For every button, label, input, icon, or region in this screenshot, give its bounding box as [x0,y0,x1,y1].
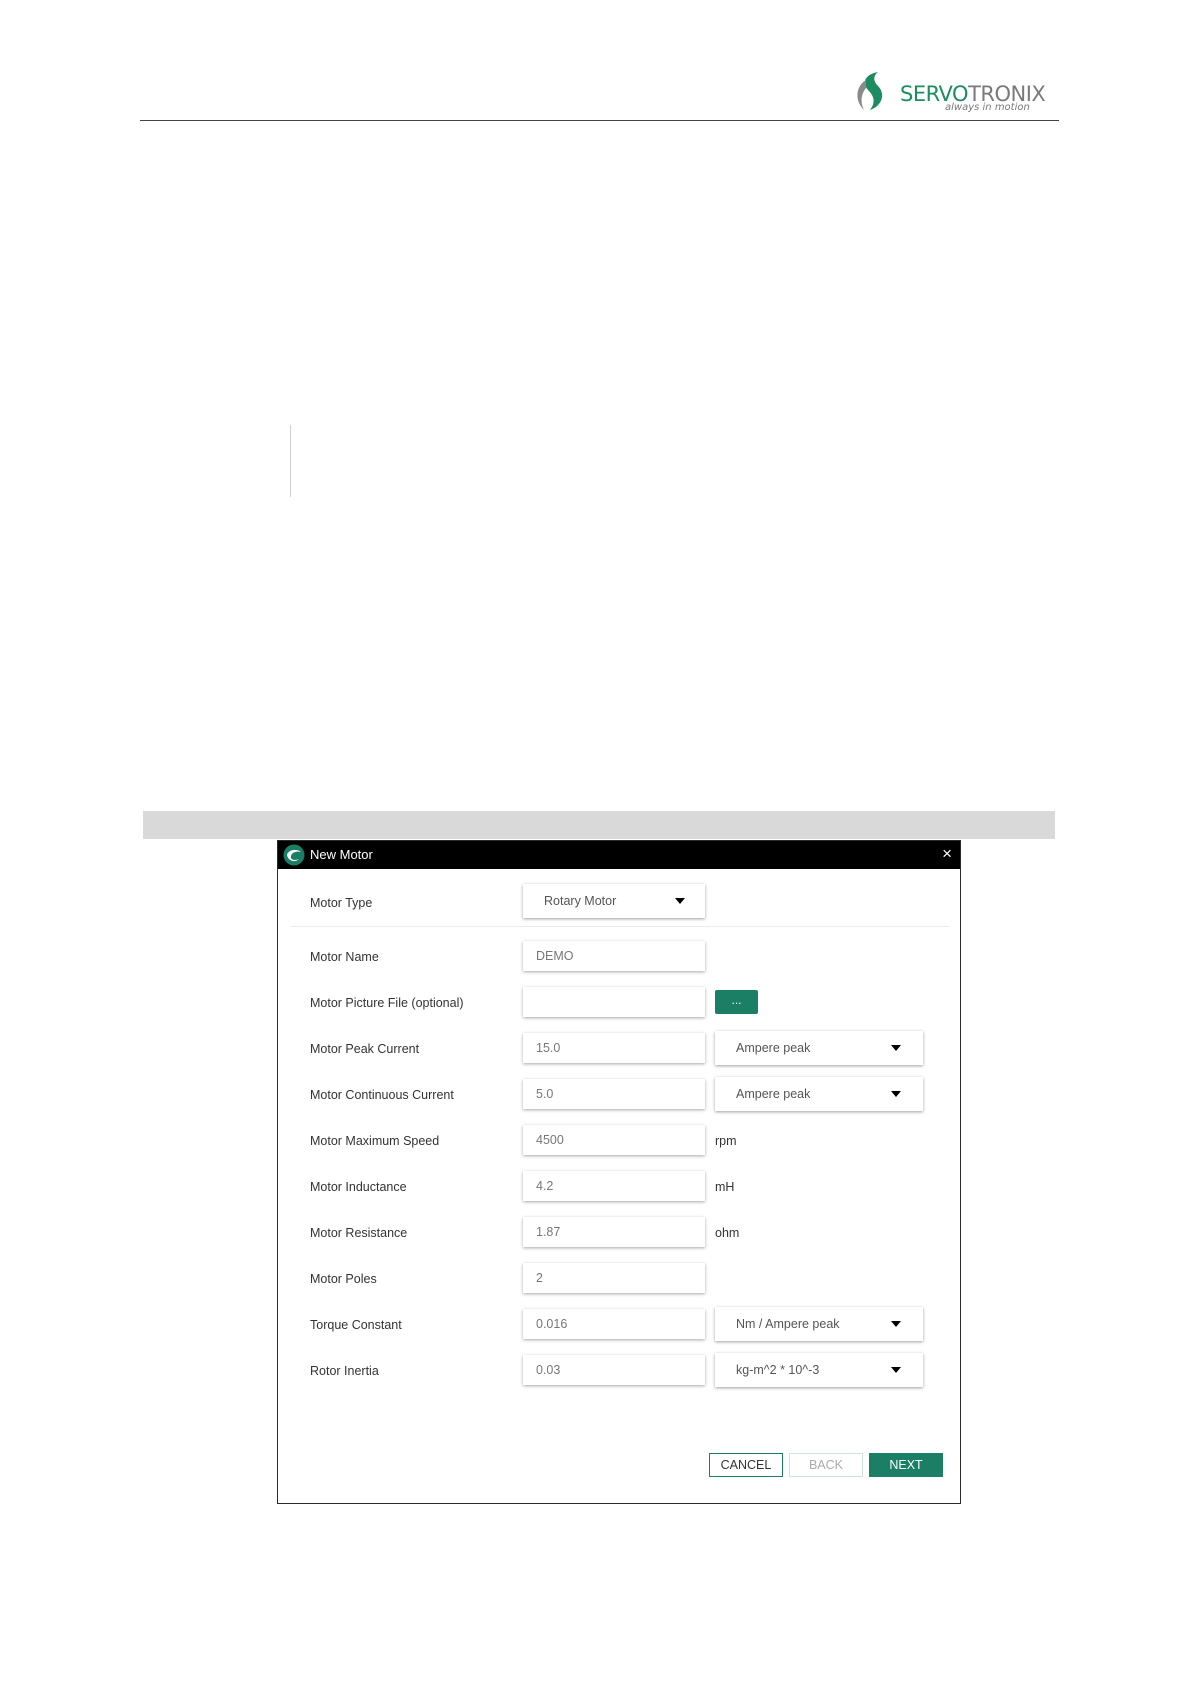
inductance-unit: mH [715,1180,735,1194]
close-icon[interactable]: × [942,844,952,864]
poles-input[interactable]: 2 [523,1263,705,1293]
motor-type-value: Rotary Motor [544,894,617,908]
resistance-label: Motor Resistance [310,1226,408,1240]
resistance-input[interactable]: 1.87 [523,1217,705,1247]
chevron-down-icon [891,1045,901,1051]
peak-current-unit-value: Ampere peak [736,1041,811,1055]
motor-type-label: Motor Type [310,896,373,910]
rotor-inertia-label: Rotor Inertia [310,1364,379,1378]
next-button[interactable]: NEXT [869,1453,943,1477]
continuous-current-label: Motor Continuous Current [310,1088,454,1102]
motor-name-label: Motor Name [310,950,379,964]
peak-current-input[interactable]: 15.0 [523,1033,705,1063]
torque-constant-unit-dropdown[interactable]: Nm / Ampere peak [715,1307,923,1341]
servotronix-leaf-icon [857,72,883,110]
peak-current-unit-dropdown[interactable]: Ampere peak [715,1031,923,1065]
dialog-titlebar: New Motor × [278,841,960,869]
peak-current-label: Motor Peak Current [310,1042,420,1056]
rotor-inertia-input[interactable]: 0.03 [523,1355,705,1385]
dialog-title: New Motor [310,847,373,862]
cancel-button[interactable]: CANCEL [709,1453,783,1477]
gray-band [143,811,1055,839]
motor-type-dropdown[interactable]: Rotary Motor [523,884,705,918]
continuous-current-unit-dropdown[interactable]: Ampere peak [715,1077,923,1111]
back-button[interactable]: BACK [789,1453,863,1477]
motor-name-input[interactable]: DEMO [523,941,705,971]
continuous-current-input[interactable]: 5.0 [523,1079,705,1109]
continuous-current-unit-value: Ampere peak [736,1087,811,1101]
rotor-inertia-unit-dropdown[interactable]: kg-m^2 * 10^-3 [715,1353,923,1387]
rotor-inertia-unit-value: kg-m^2 * 10^-3 [736,1363,820,1377]
max-speed-input[interactable]: 4500 [523,1125,705,1155]
inductance-input[interactable]: 4.2 [523,1171,705,1201]
vertical-divider [290,425,291,497]
resistance-unit: ohm [715,1226,740,1240]
new-motor-dialog: New Motor × Motor Type Rotary Motor Moto… [277,840,961,1504]
motor-picture-input[interactable] [523,987,705,1017]
torque-constant-label: Torque Constant [310,1318,402,1332]
header-divider [140,120,1059,121]
logo-tagline: always in motion [945,102,1030,113]
torque-constant-input[interactable]: 0.016 [523,1309,705,1339]
motor-picture-label: Motor Picture File (optional) [310,996,464,1010]
browse-button[interactable]: ... [715,990,758,1014]
chevron-down-icon [675,898,685,904]
app-swirl-icon [283,844,305,866]
poles-label: Motor Poles [310,1272,377,1286]
chevron-down-icon [891,1321,901,1327]
max-speed-unit: rpm [715,1134,737,1148]
inductance-label: Motor Inductance [310,1180,407,1194]
torque-constant-unit-value: Nm / Ampere peak [736,1317,840,1331]
servotronix-logo: SERVOTRONIX always in motion [852,70,1046,116]
max-speed-label: Motor Maximum Speed [310,1134,440,1148]
chevron-down-icon [891,1367,901,1373]
section-divider [290,926,950,927]
chevron-down-icon [891,1091,901,1097]
